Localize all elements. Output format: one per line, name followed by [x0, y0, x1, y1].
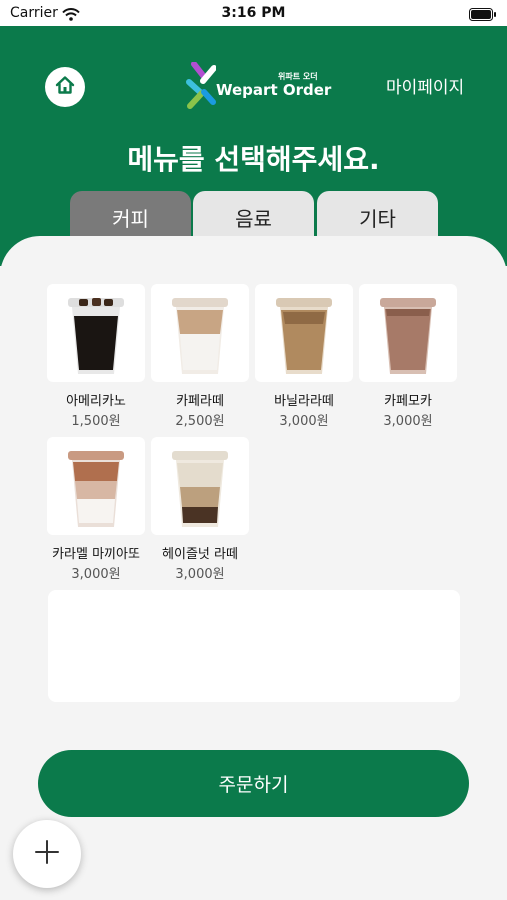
menu-item-vanilla-latte[interactable]: 바닐라라떼 3,000원 — [255, 284, 353, 429]
vanilla-latte-cup-icon — [276, 298, 332, 374]
order-button[interactable]: 주문하기 — [38, 750, 469, 817]
tab-others[interactable]: 기타 — [317, 191, 438, 241]
menu-item-price: 3,000원 — [175, 567, 225, 582]
tab-coffee[interactable]: 커피 — [70, 191, 191, 241]
menu-item-name: 카페모카 — [384, 394, 432, 409]
battery-icon — [469, 6, 497, 25]
menu-item-cafe-mocha[interactable]: 카페모카 3,000원 — [359, 284, 457, 429]
latte-cup-icon — [172, 298, 228, 374]
page-title: 메뉴를 선택해주세요. — [127, 143, 380, 176]
mypage-link[interactable]: 마이페이지 — [386, 73, 464, 98]
caramel-macchiato-cup-icon — [68, 451, 124, 527]
home-button[interactable] — [45, 67, 85, 107]
add-button[interactable] — [13, 820, 81, 888]
menu-item-name: 카페라떼 — [176, 394, 224, 409]
logo-text: Wepart Order — [216, 81, 332, 99]
order-summary-box — [48, 590, 460, 702]
menu-item-price: 3,000원 — [279, 414, 329, 429]
menu-item-hazelnut-latte[interactable]: 헤이즐넛 라떼 3,000원 — [151, 437, 249, 582]
home-icon — [54, 74, 76, 100]
menu-item-name: 바닐라라떼 — [274, 394, 334, 409]
menu-item-name: 헤이즐넛 라떼 — [162, 547, 238, 562]
status-time: 3:16 PM — [221, 5, 286, 21]
menu-item-caramel-macchiato[interactable]: 카라멜 마끼아또 3,000원 — [47, 437, 145, 582]
menu-item-name: 아메리카노 — [66, 394, 126, 409]
category-tabs: 커피 음료 기타 — [0, 191, 507, 241]
menu-item-americano[interactable]: 아메리카노 1,500원 — [47, 284, 145, 429]
menu-item-price: 3,000원 — [71, 567, 121, 582]
logo-mark-icon — [186, 62, 216, 109]
tab-drinks[interactable]: 음료 — [193, 191, 314, 241]
mocha-cup-icon — [380, 298, 436, 374]
menu-item-price: 3,000원 — [383, 414, 433, 429]
menu-item-price: 1,500원 — [71, 414, 121, 429]
app-logo: 위파트 오더 Wepart Order — [186, 62, 331, 110]
hazelnut-latte-cup-icon — [172, 451, 228, 527]
menu-item-name: 카라멜 마끼아또 — [52, 547, 140, 562]
menu-item-cafe-latte[interactable]: 카페라떼 2,500원 — [151, 284, 249, 429]
menu-item-price: 2,500원 — [175, 414, 225, 429]
americano-cup-icon — [68, 298, 124, 374]
status-bar: Carrier 3:16 PM — [0, 0, 507, 26]
plus-icon — [34, 839, 60, 869]
